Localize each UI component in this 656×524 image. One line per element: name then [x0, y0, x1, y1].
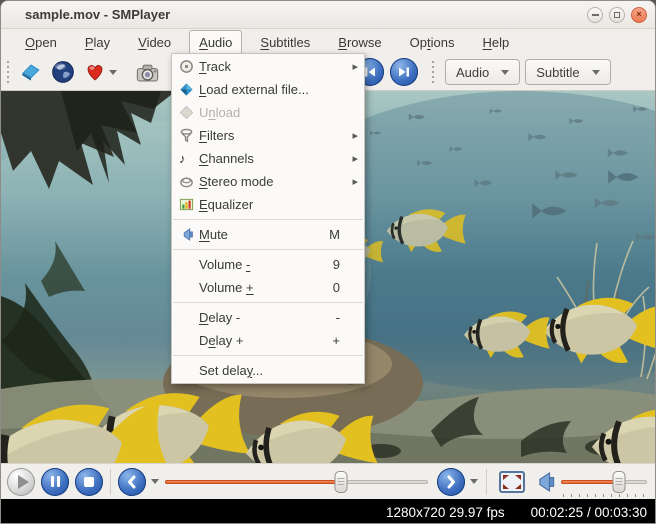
volume-slider[interactable]: [561, 468, 647, 496]
book-icon: [18, 59, 44, 85]
toolbar-drag-handle[interactable]: [4, 61, 12, 83]
forward-button[interactable]: [437, 468, 465, 496]
menubar-play[interactable]: Play: [75, 30, 120, 54]
smplayer-window: sample.mov - SMPlayer × Open Play Video …: [0, 0, 656, 524]
menu-item-unload: Unload: [172, 101, 364, 124]
menubar-browse[interactable]: Browse: [328, 30, 391, 54]
menu-separator: [173, 249, 363, 250]
menubar: Open Play Video Audio Subtitles Browse O…: [1, 29, 655, 54]
separator: [486, 469, 487, 495]
pause-icon: [51, 476, 60, 487]
time-display: 00:02:25 / 00:03:30: [531, 505, 647, 520]
submenu-arrow-icon: ▸: [350, 60, 358, 73]
status-bar: 1280x720 29.97 fps 00:02:25 / 00:03:30: [1, 499, 655, 524]
menubar-audio[interactable]: Audio: [189, 30, 242, 54]
open-url-button[interactable]: [47, 57, 79, 87]
seek-fill: [165, 480, 341, 484]
menubar-options[interactable]: Options: [400, 30, 465, 54]
camera-icon: [134, 59, 161, 86]
chevron-down-icon: [592, 70, 600, 75]
menu-item-mute[interactable]: Mute M: [172, 223, 364, 246]
menu-item-track[interactable]: Track ▸: [172, 55, 364, 78]
volume-ticks: [563, 494, 645, 497]
volume-handle[interactable]: [612, 471, 625, 493]
pause-button[interactable]: [41, 468, 69, 496]
window-buttons: ×: [587, 7, 647, 23]
seek-handle[interactable]: [335, 471, 348, 493]
submenu-arrow-icon: ▸: [350, 175, 358, 188]
menu-separator: [173, 302, 363, 303]
menu-item-volume-down[interactable]: Volume - 9: [172, 253, 364, 276]
chevron-right-icon: [443, 474, 459, 490]
play-button[interactable]: [7, 468, 35, 496]
menu-item-load-external-file[interactable]: Load external file...: [172, 78, 364, 101]
stop-icon: [84, 477, 94, 487]
video-resolution-label: 1280x720 29.97 fps: [386, 505, 505, 520]
audio-track-dropdown[interactable]: Audio: [445, 59, 520, 85]
close-button[interactable]: ×: [631, 7, 647, 23]
menu-item-filters[interactable]: Filters ▸: [172, 124, 364, 147]
fullscreen-icon: [499, 471, 525, 493]
volume-button[interactable]: [529, 467, 559, 497]
filters-icon: [179, 128, 199, 144]
play-icon: [18, 475, 29, 489]
mute-icon: [179, 227, 199, 243]
menu-item-delay-down[interactable]: Delay - -: [172, 306, 364, 329]
track-icon: [179, 59, 199, 75]
chevron-left-icon: [124, 474, 140, 490]
menubar-video[interactable]: Video: [128, 30, 181, 54]
close-icon: ×: [636, 10, 641, 19]
submenu-arrow-icon: ▸: [350, 152, 358, 165]
audio-menu: Track ▸ Load external file... Unload Fil…: [171, 53, 365, 384]
menu-item-set-delay[interactable]: Set delay...: [172, 359, 364, 382]
menubar-open[interactable]: Open: [15, 30, 67, 54]
menubar-help[interactable]: Help: [472, 30, 519, 54]
rewind-dropdown-icon[interactable]: [151, 479, 159, 484]
minimize-icon: [592, 14, 599, 16]
menu-item-delay-up[interactable]: Delay + +: [172, 329, 364, 352]
toolbar2-drag-handle[interactable]: [429, 61, 437, 83]
screenshot-button[interactable]: [131, 57, 163, 87]
seek-slider[interactable]: [165, 468, 428, 496]
separator: [110, 469, 111, 495]
control-bar: [1, 463, 655, 499]
forward-dropdown-icon[interactable]: [470, 479, 478, 484]
fullscreen-button[interactable]: [495, 467, 529, 497]
favorites-button[interactable]: [79, 57, 121, 87]
volume-fill: [561, 480, 619, 484]
window-title: sample.mov - SMPlayer: [25, 7, 170, 22]
menu-item-volume-up[interactable]: Volume + 0: [172, 276, 364, 299]
equalizer-icon: [179, 197, 199, 213]
favorites-dropdown-icon: [109, 70, 117, 75]
rewind-button[interactable]: [118, 468, 146, 496]
maximize-button[interactable]: [609, 7, 625, 23]
menu-separator: [173, 355, 363, 356]
maximize-icon: [614, 12, 620, 18]
next-button[interactable]: [390, 58, 418, 86]
audio-dropdown-label: Audio: [456, 65, 489, 80]
menu-item-equalizer[interactable]: Equalizer: [172, 193, 364, 216]
load-file-icon: [179, 82, 199, 98]
unload-icon: [179, 105, 199, 121]
speaker-icon: [533, 471, 555, 493]
menu-item-stereo-mode[interactable]: Stereo mode ▸: [172, 170, 364, 193]
stereo-mode-icon: [179, 174, 199, 190]
open-file-button[interactable]: [15, 57, 47, 87]
subtitle-dropdown-label: Subtitle: [536, 65, 579, 80]
skip-forward-icon: [396, 64, 412, 80]
menu-separator: [173, 219, 363, 220]
chevron-down-icon: [501, 70, 509, 75]
submenu-arrow-icon: ▸: [350, 129, 358, 142]
titlebar: sample.mov - SMPlayer ×: [1, 1, 655, 29]
subtitle-track-dropdown[interactable]: Subtitle: [525, 59, 610, 85]
channels-icon: ♪: [179, 151, 199, 167]
minimize-button[interactable]: [587, 7, 603, 23]
menubar-subtitles[interactable]: Subtitles: [250, 30, 320, 54]
heart-icon: [83, 60, 107, 84]
menu-item-channels[interactable]: ♪ Channels ▸: [172, 147, 364, 170]
stop-button[interactable]: [75, 468, 103, 496]
globe-icon: [50, 59, 76, 85]
